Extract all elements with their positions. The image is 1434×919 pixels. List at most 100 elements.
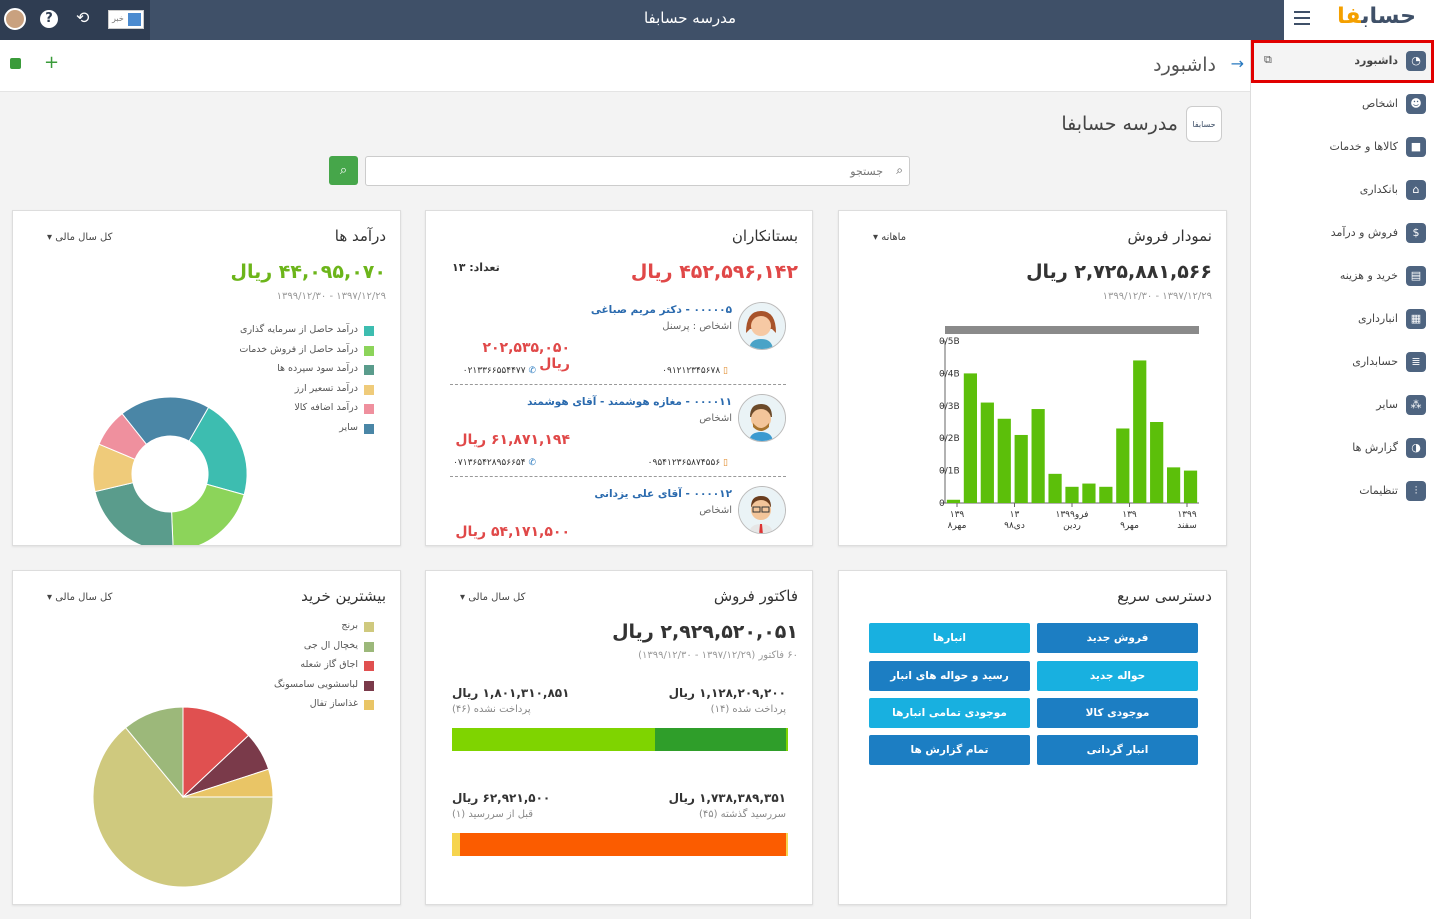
sidebar-item-label: فروش و درآمد xyxy=(1330,226,1398,239)
unpaid-amount: ۱,۸۰۱,۳۱۰,۸۵۱ ریال xyxy=(452,686,570,700)
ledger-icon: ≣ xyxy=(1406,352,1426,372)
due-bar-overdue xyxy=(460,833,786,856)
paid-amount: ۱,۱۲۸,۲۰۹,۲۰۰ ریال xyxy=(668,686,786,700)
period-dropdown[interactable]: کل سال مالی ▾ xyxy=(460,592,525,603)
news-flag-icon[interactable]: خبر xyxy=(108,10,144,29)
sidebar-item-people[interactable]: ☻ اشخاص xyxy=(1251,83,1434,126)
invoices-total: ۲,۹۲۹,۵۲۰,۰۵۱ ریال xyxy=(612,621,798,643)
copy-icon[interactable]: ⧉ xyxy=(1264,53,1272,67)
sync-icon[interactable]: ⟲ xyxy=(76,8,89,27)
sidebar-item-accounting[interactable]: ≣ حسابداری xyxy=(1251,341,1434,384)
warehouse-receipts-button[interactable]: رسید و حواله های انبار xyxy=(869,661,1030,691)
sales-bar xyxy=(1014,434,1028,503)
sales-bar xyxy=(1183,470,1198,503)
top-bar: ? ⟲ خبر مدرسه حسابفا حسابفا xyxy=(0,0,1434,40)
x-tick-label: ۱۳۹ xyxy=(950,510,965,520)
add-icon[interactable]: + xyxy=(44,52,59,73)
income-donut-chart xyxy=(92,396,248,545)
unpaid-label: پرداخت نشده (۴۶) xyxy=(452,704,531,715)
sales-bar xyxy=(1082,483,1096,503)
company-header: حسابفا مدرسه حسابفا xyxy=(1061,106,1222,142)
sidebar-item-purchase[interactable]: ▤ خرید و هزینه xyxy=(1251,255,1434,298)
sidebar-item-banking[interactable]: ⌂ بانکداری xyxy=(1251,169,1434,212)
page-title: داشبورد xyxy=(1153,54,1216,76)
user-avatar[interactable] xyxy=(4,8,26,30)
card-title: دسترسی سریع xyxy=(1117,587,1212,605)
new-sale-button[interactable]: فروش جدید xyxy=(1037,623,1198,653)
sidebar-item-products[interactable]: ■ کالاها و خدمات xyxy=(1251,126,1434,169)
sidebar-item-label: اشخاص xyxy=(1361,97,1398,110)
x-tick-label: ردین xyxy=(1063,521,1081,531)
menu-icon[interactable] xyxy=(1294,11,1310,25)
creditor-amount: ۶۱,۸۷۱,۱۹۴ ریال xyxy=(455,432,570,448)
sidebar-item-warehouse[interactable]: ▦ انبارداری xyxy=(1251,298,1434,341)
creditor-type: اشخاص xyxy=(699,413,732,424)
brand-area: حسابفا xyxy=(1284,0,1434,40)
search-icon: ⌕ xyxy=(896,163,903,177)
news-flag-text: خبر xyxy=(112,14,124,23)
avatar-woman-icon xyxy=(739,303,785,349)
y-tick-label: 0/3B xyxy=(939,402,960,412)
page-toolbar: + داشبورد → xyxy=(0,40,1250,92)
help-icon[interactable]: ? xyxy=(40,10,58,28)
divider xyxy=(450,476,786,477)
sidebar-item-reports[interactable]: ◑ گزارش ها xyxy=(1251,427,1434,470)
logo[interactable]: حسابفا xyxy=(1337,4,1416,29)
x-tick-label: مهر۹ xyxy=(1120,521,1139,531)
save-icon[interactable] xyxy=(10,58,21,69)
y-tick-label: 0/2B xyxy=(939,434,960,444)
sales-icon: $ xyxy=(1406,223,1426,243)
search-button[interactable]: ⌕ xyxy=(329,156,358,185)
report-icon: ◑ xyxy=(1406,438,1426,458)
quick-access-card: دسترسی سریع فروش جدید انبارها حواله جدید… xyxy=(838,570,1227,905)
invoices-card: فاکتور فروش کل سال مالی ▾ ۲,۹۲۹,۵۲۰,۰۵۱ … xyxy=(425,570,813,905)
avatar-man-icon xyxy=(739,395,785,441)
all-reports-button[interactable]: تمام گزارش ها xyxy=(869,735,1030,765)
back-arrow-icon[interactable]: → xyxy=(1231,54,1244,73)
landline-phone: ✆ ۰۲۱۳۳۶۶۵۵۴۴۷۷ xyxy=(463,366,536,376)
avatar xyxy=(738,394,786,442)
search-box: ⌕ xyxy=(365,156,910,186)
mobile-icon: ▯ xyxy=(723,458,728,468)
avatar xyxy=(738,486,786,534)
mobile-phone: ▯ ۰۹۱۲۱۲۳۴۵۶۷۸ xyxy=(662,366,728,376)
creditor-name: ۰۰۰۰۱۲ - آقای علی یزدانی xyxy=(594,488,732,500)
sales-bar xyxy=(963,373,978,503)
sales-bar xyxy=(1116,428,1130,503)
search-input[interactable] xyxy=(383,161,883,181)
sales-bar xyxy=(1065,486,1079,503)
sidebar: ◔ داشبورد ⧉ ☻ اشخاص ■ کالاها و خدمات ⌂ بانک… xyxy=(1250,40,1434,919)
sales-chart-card: نمودار فروش ماهانه ▾ ۲,۷۲۵,۸۸۱,۵۶۶ ریال … xyxy=(838,210,1227,546)
new-transfer-button[interactable]: حواله جدید xyxy=(1037,661,1198,691)
avatar xyxy=(738,302,786,350)
sidebar-item-other[interactable]: ⁂ سایر xyxy=(1251,384,1434,427)
sales-bar xyxy=(1031,409,1045,503)
sidebar-item-settings[interactable]: ⫶ تنظیمات xyxy=(1251,470,1434,513)
sales-bar xyxy=(946,499,961,503)
sales-bar xyxy=(1166,467,1181,503)
sidebar-item-label: گزارش ها xyxy=(1352,441,1398,454)
sales-bar xyxy=(1150,422,1164,503)
sales-bar-chart: 00/1B0/2B0/3B0/4B0/5B۱۳۹مهر۸۱۳دی۹۸فرو۱۳۹… xyxy=(939,326,1199,531)
all-warehouses-stock-button[interactable]: موجودی تمامی انبارها xyxy=(869,698,1030,728)
bank-icon: ⌂ xyxy=(1406,180,1426,200)
x-tick-label: ۱۳ xyxy=(1010,510,1020,520)
y-tick-label: 0/1B xyxy=(939,467,960,477)
sidebar-item-dashboard[interactable]: ◔ داشبورد ⧉ xyxy=(1251,40,1434,83)
paid-label: پرداخت شده (۱۴) xyxy=(710,704,786,715)
stocktaking-button[interactable]: انبار گردانی xyxy=(1037,735,1198,765)
purchase-pie-chart xyxy=(92,706,274,888)
overdue-label: سررسید گذشته (۴۵) xyxy=(698,809,786,820)
x-tick-label: ۱۳۹ xyxy=(1122,510,1137,520)
sales-bar xyxy=(1048,473,1062,503)
due-label: قبل از سررسید (۱) xyxy=(452,809,534,820)
search-icon: ⌕ xyxy=(339,163,348,178)
sidebar-item-sales[interactable]: $ فروش و درآمد xyxy=(1251,212,1434,255)
warehouses-button[interactable]: انبارها xyxy=(869,623,1030,653)
x-tick-label: فرو۱۳۹۹ xyxy=(1056,510,1089,520)
phone-icon: ✆ xyxy=(528,458,536,468)
x-tick-label: مهر۸ xyxy=(948,521,967,531)
sidebar-item-label: تنظیمات xyxy=(1359,484,1398,497)
stock-button[interactable]: موجودی کالا xyxy=(1037,698,1198,728)
landline-number: ۰۷۱۳۶۵۴۲۸۹۵۶۶۵۴ xyxy=(453,458,526,468)
